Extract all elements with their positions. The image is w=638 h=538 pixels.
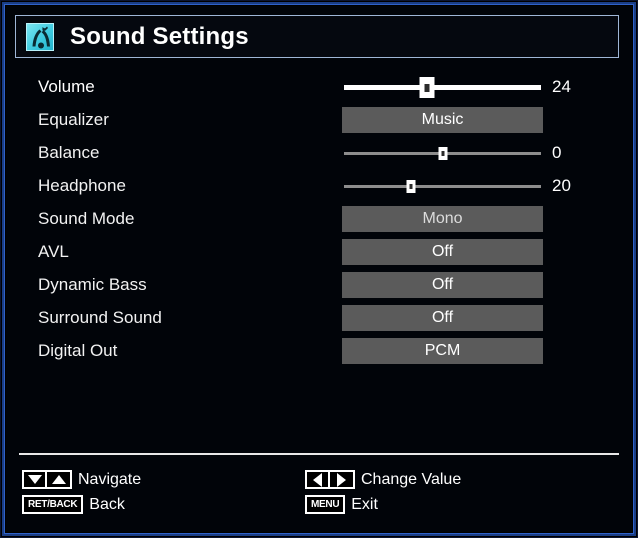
dynamic-bass-value-box[interactable]: Off xyxy=(342,271,543,298)
menu-label-headphone: Headphone xyxy=(38,176,126,195)
hint-change-value: Change Value xyxy=(305,469,461,490)
title-bar: Sound Settings xyxy=(15,15,619,58)
menu-row-volume[interactable]: Volume 24 xyxy=(6,70,632,103)
hint-change-value-label: Change Value xyxy=(361,470,462,488)
menu-label-balance: Balance xyxy=(38,143,100,162)
volume-slider[interactable] xyxy=(344,76,541,98)
headphone-slider-thumb[interactable] xyxy=(406,179,416,193)
osd-inner-panel: Sound Settings Volume 24 Equalizer Music xyxy=(6,6,632,532)
footer-divider xyxy=(19,453,619,455)
settings-menu-list: Volume 24 Equalizer Music Balance 0 Head… xyxy=(6,70,632,367)
balance-value: 0 xyxy=(552,143,562,162)
page-title: Sound Settings xyxy=(70,22,249,50)
hint-back: RET/BACK Back xyxy=(22,494,141,515)
footer-hints-left: Navigate RET/BACK Back xyxy=(22,469,141,519)
sound-mode-value: Mono xyxy=(422,209,463,227)
surround-sound-value: Off xyxy=(431,308,454,326)
headphone-value: 20 xyxy=(552,176,571,195)
arrow-right-icon[interactable] xyxy=(330,470,355,489)
hint-back-label: Back xyxy=(89,495,125,513)
headphone-slider-track xyxy=(344,184,541,188)
headphone-slider[interactable] xyxy=(344,175,541,197)
avl-value-box[interactable]: Off xyxy=(342,238,543,265)
menu-row-headphone[interactable]: Headphone 20 xyxy=(6,169,632,202)
footer-hints: Navigate RET/BACK Back Change Value MENU… xyxy=(6,469,632,529)
menu-label-dynamic-bass: Dynamic Bass xyxy=(38,275,147,294)
volume-slider-track xyxy=(344,84,541,90)
volume-slider-thumb[interactable] xyxy=(419,76,435,98)
ret-back-key-label: RET/BACK xyxy=(28,498,78,510)
menu-key-label: MENU xyxy=(311,498,340,510)
surround-sound-value-box[interactable]: Off xyxy=(342,304,543,331)
menu-row-surround-sound[interactable]: Surround Sound Off xyxy=(6,301,632,334)
menu-row-avl[interactable]: AVL Off xyxy=(6,235,632,268)
menu-label-surround-sound: Surround Sound xyxy=(38,308,162,327)
sound-settings-icon xyxy=(26,22,54,51)
hint-navigate: Navigate xyxy=(22,469,141,490)
menu-row-balance[interactable]: Balance 0 xyxy=(6,136,632,169)
arrow-down-icon[interactable] xyxy=(22,470,47,489)
menu-label-sound-mode: Sound Mode xyxy=(38,209,135,228)
menu-row-digital-out[interactable]: Digital Out PCM xyxy=(6,334,632,367)
arrow-left-icon[interactable] xyxy=(305,470,330,489)
hint-navigate-label: Navigate xyxy=(78,470,142,488)
menu-row-dynamic-bass[interactable]: Dynamic Bass Off xyxy=(6,268,632,301)
digital-out-value-box[interactable]: PCM xyxy=(342,337,543,364)
menu-label-volume: Volume xyxy=(38,77,95,96)
menu-row-sound-mode[interactable]: Sound Mode Mono xyxy=(6,202,632,235)
ret-back-key-icon[interactable]: RET/BACK xyxy=(22,495,84,514)
menu-label-avl: AVL xyxy=(38,242,69,261)
hint-exit: MENU Exit xyxy=(305,494,461,515)
equalizer-value-box[interactable]: Music xyxy=(342,106,543,133)
menu-label-digital-out: Digital Out xyxy=(38,341,118,360)
footer-hints-right: Change Value MENU Exit xyxy=(305,469,461,519)
sound-mode-value-box[interactable]: Mono xyxy=(342,205,543,232)
balance-slider[interactable] xyxy=(344,142,541,164)
menu-row-equalizer[interactable]: Equalizer Music xyxy=(6,103,632,136)
arrow-up-icon[interactable] xyxy=(47,470,72,489)
tv-osd-screen: Sound Settings Volume 24 Equalizer Music xyxy=(0,0,638,538)
balance-slider-thumb[interactable] xyxy=(438,146,447,160)
menu-label-equalizer: Equalizer xyxy=(38,110,109,129)
digital-out-value: PCM xyxy=(424,341,461,359)
menu-key-icon[interactable]: MENU xyxy=(305,495,346,514)
volume-value: 24 xyxy=(552,77,571,96)
equalizer-value: Music xyxy=(421,110,464,128)
hint-exit-label: Exit xyxy=(351,495,378,513)
avl-value: Off xyxy=(431,242,454,260)
dynamic-bass-value: Off xyxy=(431,275,454,293)
